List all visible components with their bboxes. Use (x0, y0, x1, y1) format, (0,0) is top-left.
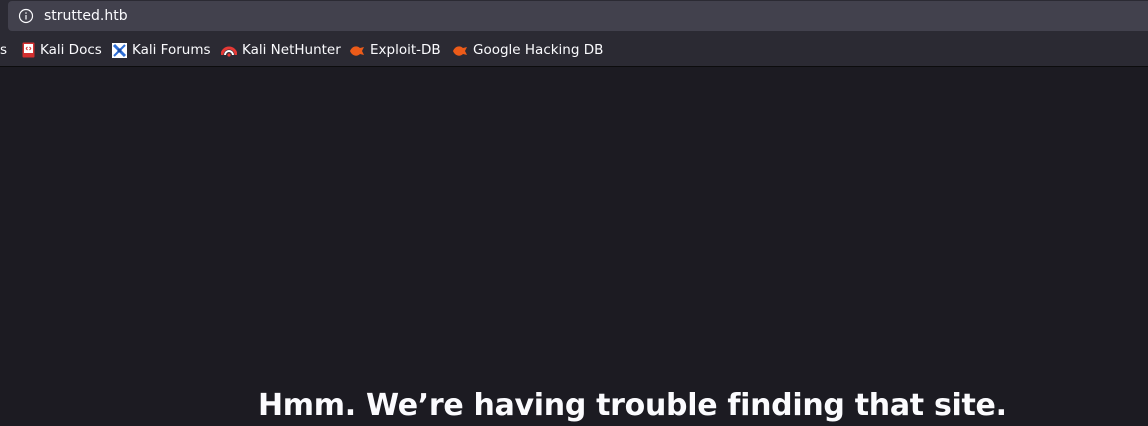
info-icon[interactable] (18, 8, 34, 24)
exploit-db-icon (350, 45, 364, 56)
kali-nethunter-icon (221, 46, 237, 57)
bookmark-google-hacking-db[interactable]: Google Hacking DB (452, 33, 603, 67)
bookmark-partial-label: s (0, 42, 8, 58)
url-bar[interactable]: strutted.htb (8, 1, 1148, 31)
bookmark-label: Exploit-DB (370, 42, 441, 58)
bookmark-kali-docs[interactable]: Kali Docs (22, 33, 102, 67)
error-page: Hmm. We’re having trouble finding that s… (0, 67, 1148, 424)
bookmarks-toolbar: s Kali Docs Kali Forums Kali NetHunter E… (0, 33, 1148, 67)
bookmark-partial[interactable]: s (0, 33, 7, 67)
url-text[interactable]: strutted.htb (44, 1, 128, 31)
error-title: Hmm. We’re having trouble finding that s… (258, 388, 1007, 423)
kali-docs-icon (22, 42, 35, 58)
bookmark-exploit-db[interactable]: Exploit-DB (349, 33, 441, 67)
navigation-toolbar: strutted.htb (0, 0, 1148, 33)
bookmark-kali-nethunter[interactable]: Kali NetHunter (221, 33, 341, 67)
kali-forums-icon (112, 42, 127, 58)
bookmark-label: Kali Forums (132, 42, 211, 58)
bookmark-kali-forums[interactable]: Kali Forums (112, 33, 211, 67)
bookmark-label: Google Hacking DB (473, 42, 604, 58)
exploit-db-icon (453, 45, 467, 56)
bookmark-label: Kali NetHunter (242, 42, 341, 58)
bookmark-label: Kali Docs (40, 42, 102, 58)
